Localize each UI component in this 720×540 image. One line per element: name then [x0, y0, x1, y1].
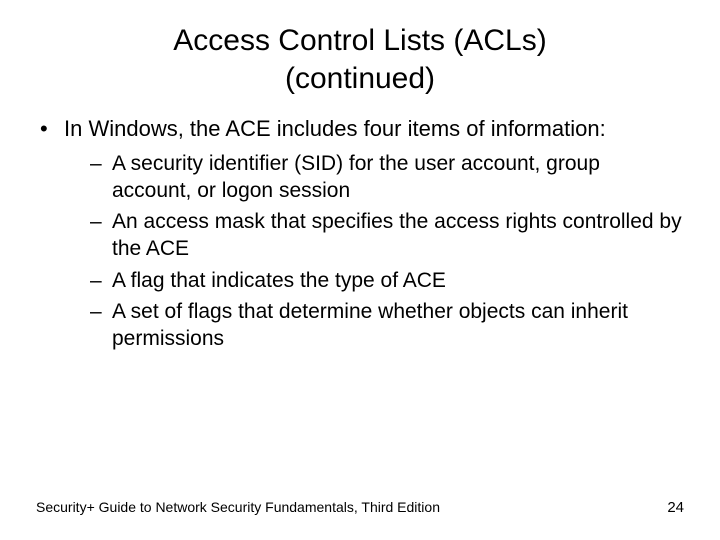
bullet-list: In Windows, the ACE includes four items …	[36, 115, 684, 353]
title-line-1: Access Control Lists (ACLs)	[0, 22, 720, 60]
title-line-2: (continued)	[0, 60, 720, 98]
sub-bullet-item: A set of flags that determine whether ob…	[90, 298, 684, 353]
footer-text: Security+ Guide to Network Security Fund…	[36, 499, 440, 515]
page-number: 24	[667, 499, 684, 516]
sub-bullet-item: A flag that indicates the type of ACE	[90, 267, 684, 294]
sub-bullet-item: An access mask that specifies the access…	[90, 208, 684, 263]
slide-title: Access Control Lists (ACLs) (continued)	[0, 0, 720, 97]
sub-bullet-text: A flag that indicates the type of ACE	[112, 269, 446, 292]
sub-bullet-text: A security identifier (SID) for the user…	[112, 152, 600, 202]
footer: Security+ Guide to Network Security Fund…	[36, 499, 684, 516]
slide-body: In Windows, the ACE includes four items …	[0, 97, 720, 353]
slide: Access Control Lists (ACLs) (continued) …	[0, 0, 720, 540]
bullet-intro-text: In Windows, the ACE includes four items …	[64, 116, 606, 141]
sub-bullet-item: A security identifier (SID) for the user…	[90, 150, 684, 205]
bullet-item: In Windows, the ACE includes four items …	[36, 115, 684, 353]
sub-bullet-text: An access mask that specifies the access…	[112, 210, 682, 260]
sub-bullet-list: A security identifier (SID) for the user…	[64, 150, 684, 353]
sub-bullet-text: A set of flags that determine whether ob…	[112, 300, 628, 350]
